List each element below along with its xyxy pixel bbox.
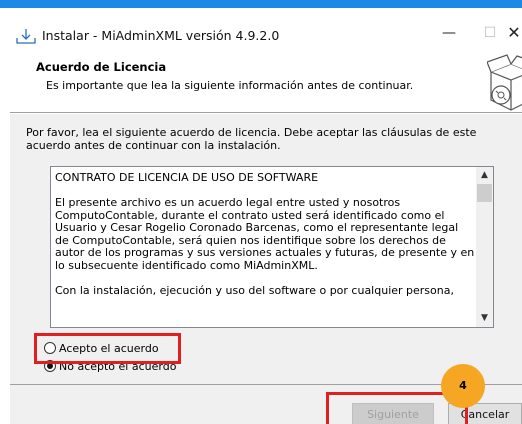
scroll-up-icon[interactable]: ▲: [476, 167, 493, 184]
license-textbox[interactable]: CONTRATO DE LICENCIA DE USO DE SOFTWARE …: [50, 166, 494, 328]
software-box-icon: [487, 54, 522, 111]
window-title: Instalar - MiAdminXML versión 4.9.2.0: [42, 28, 280, 43]
installer-icon: [16, 29, 36, 44]
title-bar[interactable]: Instalar - MiAdminXML versión 4.9.2.0 — …: [0, 8, 522, 48]
step-badge: 4: [441, 364, 485, 408]
close-button[interactable]: ✕: [499, 18, 522, 48]
license-paragraph: El presente archivo es un acuerdo legal …: [55, 196, 475, 272]
scroll-down-icon[interactable]: ▼: [476, 310, 493, 327]
license-text: CONTRATO DE LICENCIA DE USO DE SOFTWARE …: [55, 171, 475, 310]
license-paragraph: CONTRATO DE LICENCIA DE USO DE SOFTWARE: [55, 171, 319, 184]
intro-text: Por favor, lea el siguiente acuerdo de l…: [26, 126, 477, 152]
window-top-accent: [0, 0, 522, 8]
page-title: Acuerdo de Licencia: [36, 60, 167, 74]
minimize-button[interactable]: —: [434, 18, 464, 48]
highlight-accept-box: [34, 333, 181, 364]
page-subtitle: Es importante que lea la siguiente infor…: [46, 79, 414, 92]
license-paragraph: Con la instalación, ejecución y uso del …: [55, 283, 454, 297]
wizard-header: Acuerdo de Licencia Es importante que le…: [22, 54, 522, 111]
scroll-thumb[interactable]: [477, 184, 492, 202]
license-scrollbar[interactable]: ▲ ▼: [476, 167, 493, 327]
